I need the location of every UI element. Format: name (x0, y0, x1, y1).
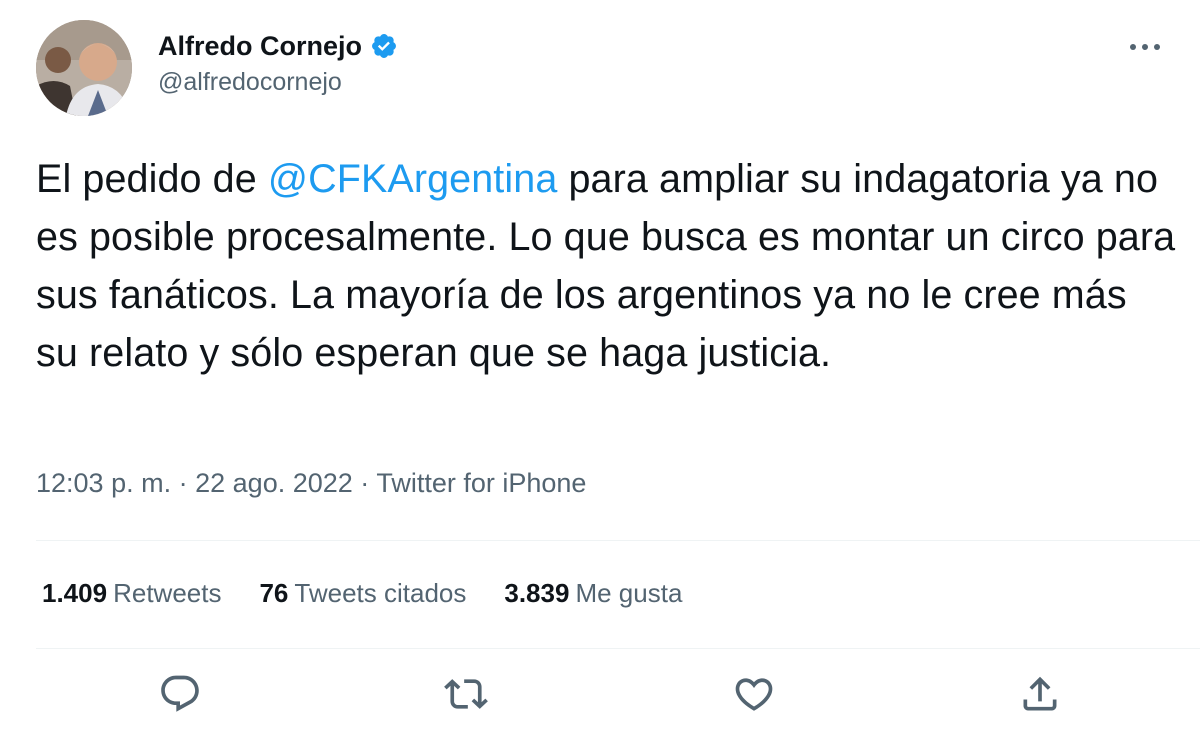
retweet-arrows-icon (444, 679, 488, 709)
tweet-time[interactable]: 12:03 p. m. (36, 468, 171, 498)
tweet-text: El pedido de @CFKArgentina para ampliar … (36, 150, 1176, 382)
meta-separator: · (360, 468, 370, 498)
author-handle[interactable]: @alfredocornejo (158, 68, 398, 97)
author-name[interactable]: Alfredo Cornejo (158, 31, 362, 62)
quotes-stat[interactable]: 76 Tweets citados (259, 578, 466, 609)
author-block: Alfredo Cornejo @alfredocornejo (158, 28, 398, 97)
tweet-stats: 1.409 Retweets 76 Tweets citados 3.839 Me g… (42, 578, 720, 609)
retweets-count: 1.409 (42, 578, 108, 608)
divider (36, 540, 1200, 541)
likes-label: Me gusta (575, 578, 683, 608)
quotes-count: 76 (259, 578, 289, 608)
retweets-stat[interactable]: 1.409 Retweets (42, 578, 221, 609)
tweet-meta: 12:03 p. m. · 22 ago. 2022 · Twitter for… (36, 468, 586, 499)
heart-icon (735, 678, 773, 711)
mention-link[interactable]: @CFKArgentina (268, 157, 558, 201)
likes-count: 3.839 (504, 578, 570, 608)
share-upload-icon (1023, 676, 1057, 711)
tweet-card: Alfredo Cornejo @alfredocornejo El pedid… (0, 0, 1200, 751)
avatar[interactable] (36, 20, 132, 116)
likes-stat[interactable]: 3.839 Me gusta (504, 578, 682, 609)
reply-button[interactable] (158, 672, 202, 716)
more-options-button[interactable] (1128, 40, 1162, 54)
author-name-row: Alfredo Cornejo (158, 28, 398, 64)
more-horizontal-icon (1130, 44, 1160, 50)
share-button[interactable] (1018, 672, 1062, 716)
meta-separator: · (178, 468, 188, 498)
tweet-date[interactable]: 22 ago. 2022 (195, 468, 353, 498)
retweets-label: Retweets (113, 578, 222, 608)
like-button[interactable] (732, 672, 776, 716)
retweet-button[interactable] (444, 672, 488, 716)
verified-badge-icon (370, 32, 398, 60)
divider (36, 648, 1200, 649)
quotes-label: Tweets citados (294, 578, 467, 608)
tweet-source[interactable]: Twitter for iPhone (376, 468, 586, 498)
reply-bubble-icon (161, 675, 199, 712)
tweet-text-start: El pedido de (36, 157, 268, 201)
